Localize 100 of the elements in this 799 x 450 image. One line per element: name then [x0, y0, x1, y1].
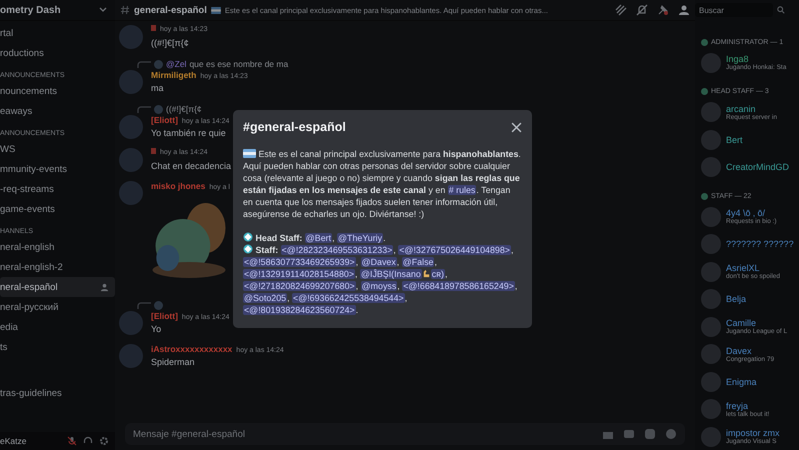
reply-avatar: [154, 60, 163, 68]
member-avatar: [701, 262, 721, 282]
staff-list: Head Staff: @Bert, @TheYuriy.: [243, 232, 522, 244]
arm-icon: [422, 269, 431, 278]
channel-item[interactable]: neral-english-2: [0, 257, 115, 277]
message-text: ((#!]€[π{¢: [151, 38, 190, 48]
channel-item[interactable]: nouncements: [0, 81, 115, 101]
user-avatar[interactable]: [119, 25, 143, 49]
role-icon: [701, 192, 708, 200]
user-mention[interactable]: @IĴBŞI(Insano: [360, 269, 422, 279]
member-item[interactable]: Bert: [701, 126, 799, 154]
member-avatar: [701, 399, 721, 420]
user-mention[interactable]: cʀ): [430, 269, 445, 279]
member-avatar: [701, 344, 721, 364]
settings-icon[interactable]: [99, 436, 109, 446]
reply-connector-icon: [137, 106, 151, 112]
message-author[interactable]: iAstroxxxxxxxxxxxx: [151, 344, 232, 354]
channel-item[interactable]: tras-guidelines: [0, 383, 115, 403]
reply-connector-icon: [137, 60, 151, 68]
bell-muted-icon[interactable]: [636, 4, 648, 16]
reply-text[interactable]: ((#!]€[π{¢: [166, 104, 202, 114]
user-avatar[interactable]: [119, 148, 143, 172]
user-avatar[interactable]: [119, 70, 143, 94]
message-text: Yo: [151, 324, 162, 334]
threads-icon[interactable]: [615, 4, 627, 16]
user-mention[interactable]: @Soto205: [243, 293, 288, 303]
role-icon: [701, 38, 708, 46]
close-icon[interactable]: [511, 122, 522, 132]
reply-text[interactable]: que es ese nombre de ma: [189, 59, 288, 69]
member-name: impostor zmx: [726, 428, 780, 438]
channel-item[interactable]: ts: [0, 337, 115, 357]
user-avatar[interactable]: [119, 344, 143, 368]
channel-link[interactable]: # rules: [448, 185, 476, 195]
user-mention[interactable]: <@!586307733469265939>: [243, 257, 356, 267]
user-mention[interactable]: @Bert: [304, 233, 332, 243]
user-mention[interactable]: <@!282323469553631233>: [280, 245, 394, 255]
user-avatar[interactable]: [119, 311, 143, 335]
channel-item[interactable]: neral-english: [0, 237, 115, 257]
reply-connector-icon: [137, 302, 151, 308]
user-mention[interactable]: <@!801938284623560724>: [243, 305, 356, 315]
member-avatar: [701, 316, 721, 337]
user-avatar[interactable]: [119, 181, 143, 205]
search-icon: [777, 6, 785, 14]
message-text: Chat en decadencia: [151, 161, 232, 171]
channel-item[interactable]: mmunity-events: [0, 159, 115, 179]
channel-item[interactable]: roductions: [0, 43, 115, 63]
member-name: Enigma: [726, 376, 757, 387]
user-avatar[interactable]: [119, 115, 143, 139]
user-mention[interactable]: @TheYuriy: [337, 233, 384, 243]
channel-item[interactable]: game-events: [0, 199, 115, 219]
reply-author[interactable]: @Zel: [166, 59, 186, 69]
channel-description: Este es el canal principal exclusivamente para hispanohablantes. Aquí pueden hablar con otras personas del servidor sobre cualquier cosa (relevante al juego o no) siempre y cuando sigan las reglas que están fijadas en los mensajes de este canal y en # rules. Tengan en cuenta que los mensajes fijados suelen tener información útil, asegúrense de echarles un ojo. Diviértanse! :): [243, 148, 522, 220]
member-item[interactable]: Belja: [701, 286, 799, 313]
member-item[interactable]: Enigma: [701, 368, 799, 396]
channel-item[interactable]: neral-русский: [0, 297, 115, 317]
member-item[interactable]: CreatorMindGD: [701, 154, 799, 181]
channel-item[interactable]: edia: [0, 317, 115, 337]
role-icon: [701, 88, 708, 95]
message-author[interactable]: [Eliott]: [151, 311, 178, 321]
staff-list: Staff: <@!282323469553631233>, <@!327675026449104898>, <@!586307733469265939>, @Davex, @False, <@!132919114028154880>, @IĴBŞI(Insano cʀ), <@!271820824699207680>, @moyss, <@!668418978586165249>, @Soto205, <@!693662425538494544>, <@!801938284623560724>.: [243, 244, 522, 316]
server-name: ometry Dash: [0, 4, 61, 16]
member-name: AsrielXL: [726, 263, 760, 274]
channel-item[interactable]: eaways: [0, 101, 115, 121]
member-name: Inga8: [726, 54, 749, 64]
member-item[interactable]: ??????? ??????: [701, 230, 799, 258]
member-avatar: [701, 102, 721, 122]
reply-avatar: [154, 300, 163, 310]
message-author[interactable]: [Eliott]: [151, 115, 178, 125]
user-mention[interactable]: <@!271820824699207680>: [243, 281, 356, 291]
user-mention[interactable]: <@!132919114028154880>: [243, 269, 356, 279]
member-name: Belja: [726, 294, 746, 304]
person-add-icon[interactable]: [100, 282, 109, 292]
user-mention[interactable]: <@!668418978586165249>: [402, 281, 515, 291]
member-avatar: [701, 289, 721, 310]
member-avatar: [701, 157, 721, 178]
user-mention[interactable]: <@!327675026449104898>: [398, 245, 511, 255]
member-avatar: [701, 372, 721, 392]
member-name: Camille: [726, 318, 758, 328]
search-field[interactable]: Buscar: [695, 3, 773, 17]
channel-item[interactable]: rtal: [0, 23, 115, 43]
user-mention[interactable]: @False: [402, 257, 434, 267]
dialog-title: #general-español: [243, 120, 346, 134]
message-text: Yo también re quie: [151, 128, 227, 138]
message-author[interactable]: Mirmiligeth: [151, 70, 196, 80]
message-text: Spiderman: [151, 357, 196, 367]
member-name: Davex: [726, 346, 753, 356]
message-input[interactable]: Mensaje #general-español: [125, 423, 598, 445]
user-mention[interactable]: @moyss: [360, 281, 398, 291]
channel-item[interactable]: WS: [0, 139, 115, 159]
author-glyph: [151, 148, 156, 154]
channel-item[interactable]: -req-streams: [0, 179, 115, 199]
headphones-icon[interactable]: [83, 436, 93, 446]
user-mention[interactable]: @Davex: [360, 257, 397, 267]
user-mention[interactable]: <@!693662425538494544>: [292, 293, 405, 303]
message-author[interactable]: misko jhones: [151, 181, 206, 191]
microphone-icon[interactable]: [67, 436, 77, 446]
member-avatar: [701, 206, 721, 227]
channel-item[interactable]: neral-español: [0, 277, 115, 297]
members-icon[interactable]: [678, 4, 690, 16]
member-name: 4y4 \ō ‚ ō/: [726, 208, 766, 218]
